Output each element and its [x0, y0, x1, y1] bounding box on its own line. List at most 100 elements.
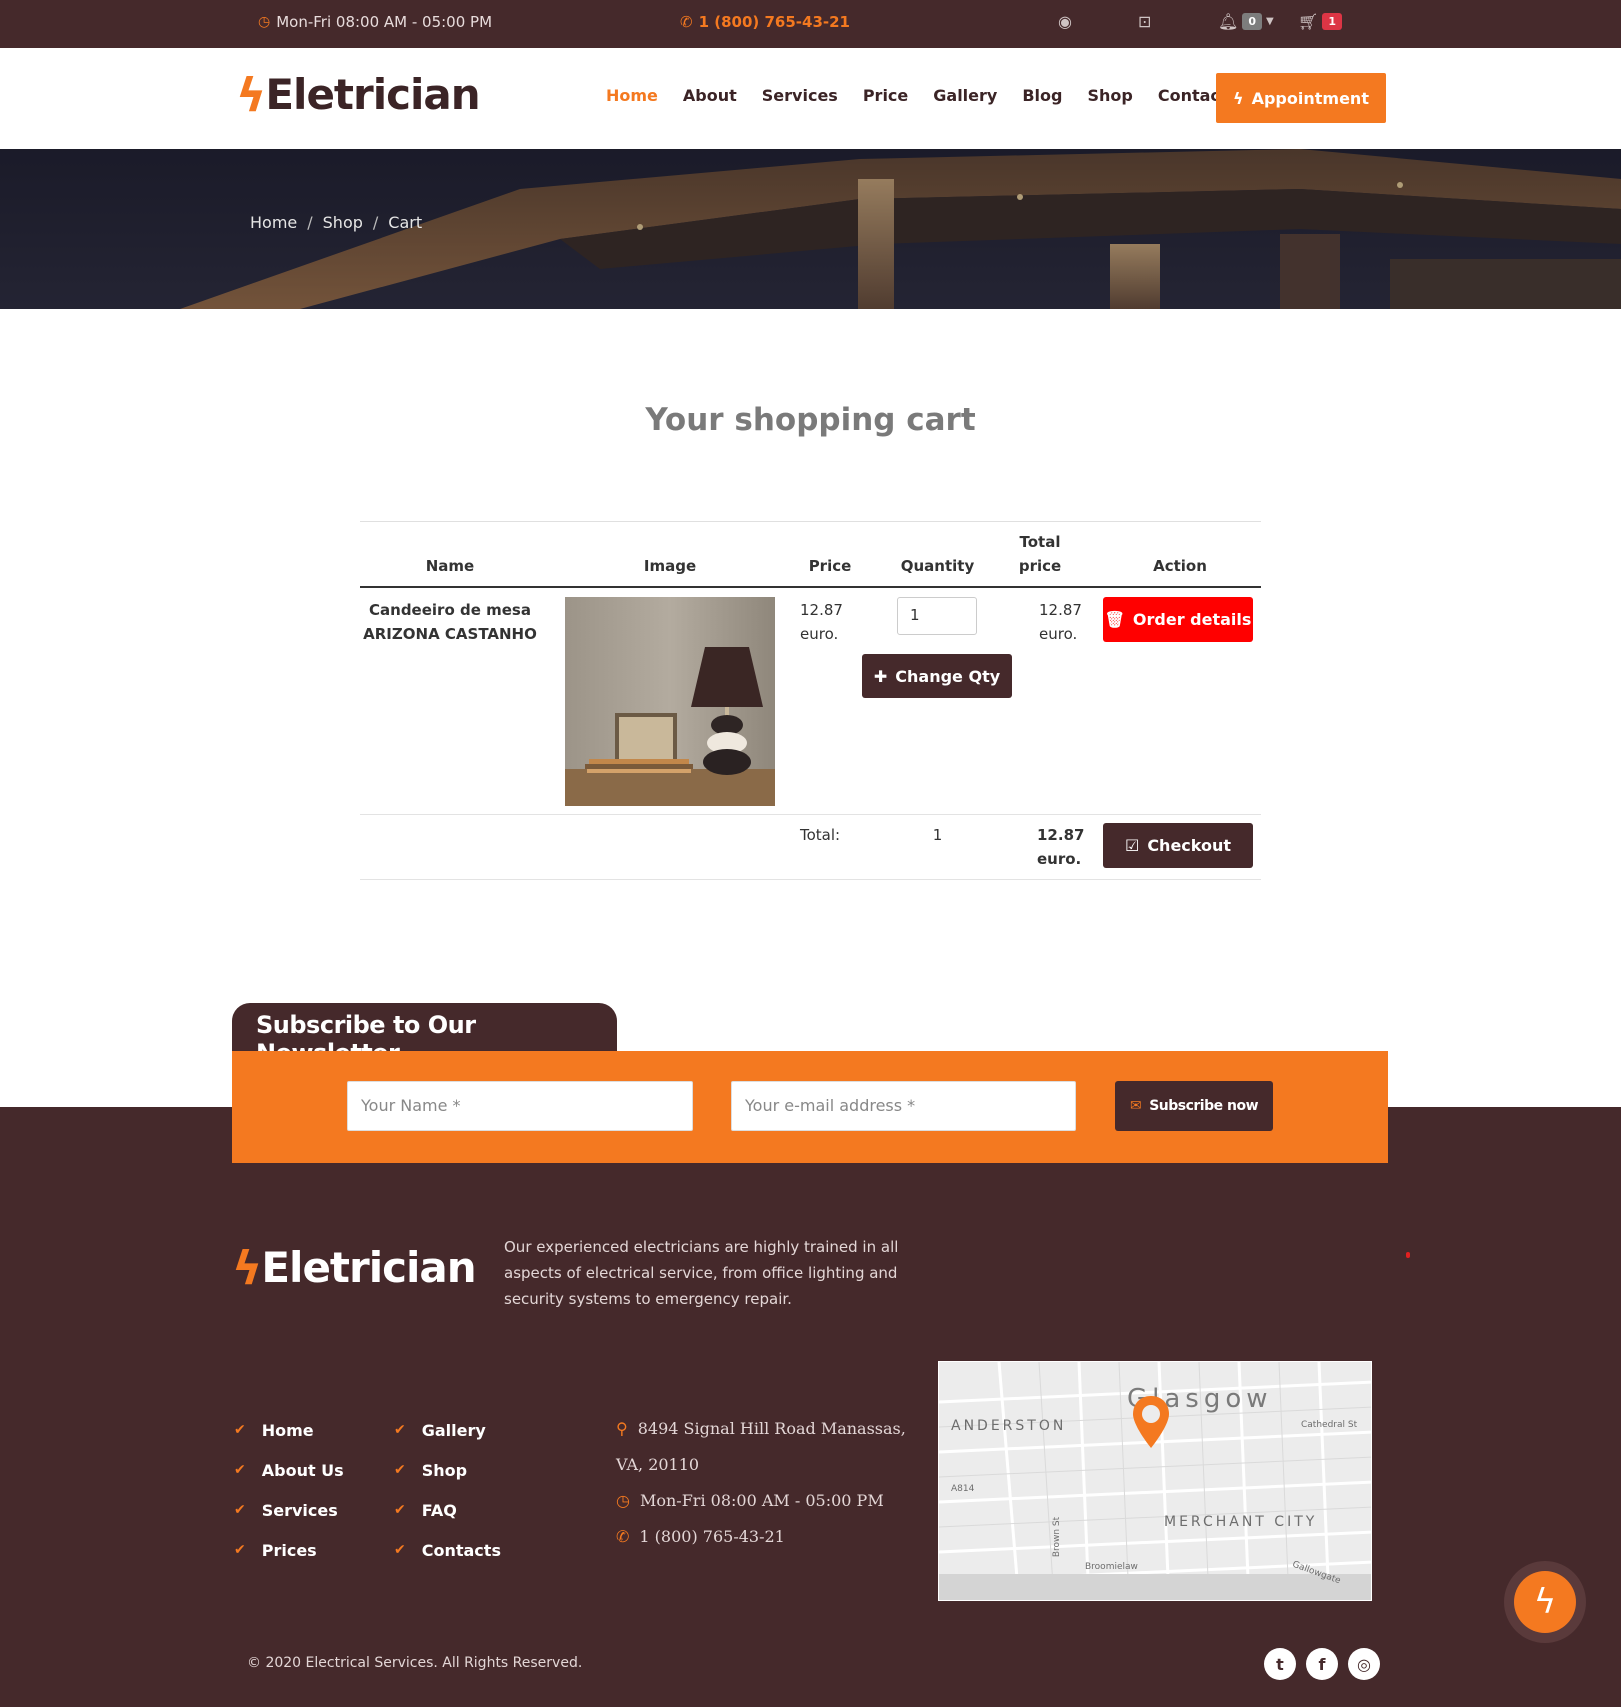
- check-icon: ✔: [234, 1542, 246, 1558]
- shopping-cart-icon: 🛒︎: [1298, 12, 1319, 31]
- plus-icon: ✚: [873, 666, 888, 686]
- clock-icon: ◷: [616, 1491, 630, 1510]
- map-a814-label: A814: [951, 1484, 975, 1494]
- col-price: Price: [808, 557, 852, 575]
- bolt-icon: ϟ: [1233, 88, 1244, 108]
- floating-action-button[interactable]: ϟ: [1504, 1561, 1586, 1643]
- top-phone[interactable]: ✆ 1 (800) 765-43-21: [680, 13, 850, 31]
- subscribe-label: Subscribe now: [1149, 1098, 1259, 1114]
- footer-address-line1: 8494 Signal Hill Road Manassas,: [637, 1419, 906, 1438]
- footer-link[interactable]: ✔ Contacts: [394, 1530, 501, 1570]
- quantity-input[interactable]: 1: [897, 597, 977, 635]
- footer-link[interactable]: ✔ Home: [234, 1410, 344, 1450]
- footer-links-col2: ✔ Gallery ✔ Shop ✔ FAQ ✔ Contacts: [394, 1410, 501, 1570]
- footer-link[interactable]: ✔ About Us: [234, 1450, 344, 1490]
- phone-icon: ✆: [680, 13, 693, 31]
- appointment-button[interactable]: ϟ Appointment: [1216, 73, 1386, 123]
- logo-text: Eletrician: [265, 70, 480, 119]
- breadcrumb-home[interactable]: Home: [250, 213, 297, 232]
- col-total-line2: price: [1018, 557, 1062, 575]
- breadcrumb: Home / Shop / Cart: [250, 213, 422, 232]
- item-price-unit: euro.: [800, 625, 839, 643]
- map-brown-label: Brown St: [1052, 1516, 1063, 1558]
- footer-link-shop[interactable]: Shop: [422, 1461, 467, 1480]
- checkout-button[interactable]: ☑ Checkout: [1103, 823, 1253, 868]
- check-icon: ✔: [394, 1502, 406, 1518]
- top-phone-text[interactable]: 1 (800) 765-43-21: [699, 13, 850, 31]
- top-hours: ◷ Mon-Fri 08:00 AM - 05:00 PM: [258, 13, 492, 31]
- nav-services[interactable]: Services: [762, 86, 838, 105]
- check-icon: ✔: [234, 1462, 246, 1478]
- instagram-icon[interactable]: ◎: [1348, 1648, 1380, 1680]
- main-nav: Home About Services Price Gallery Blog S…: [606, 86, 1228, 105]
- totals-value-unit: euro.: [1037, 850, 1082, 868]
- table-row: Candeeiro de mesa ARIZONA CASTANHO 12.87…: [360, 588, 1261, 815]
- map-cathedral-label: Cathedral St: [1301, 1420, 1358, 1430]
- map-pin-icon[interactable]: [1131, 1394, 1171, 1450]
- footer-link-services[interactable]: Services: [262, 1501, 338, 1520]
- breadcrumb-cart: Cart: [388, 213, 423, 232]
- notifications-icon[interactable]: 🔔︎ 0 ▼: [1218, 12, 1274, 31]
- item-total-value: 12.87: [1039, 601, 1082, 619]
- nav-price[interactable]: Price: [863, 86, 908, 105]
- footer-link-about[interactable]: About Us: [262, 1461, 344, 1480]
- nav-about[interactable]: About: [683, 86, 737, 105]
- trash-icon: 🗑︎: [1104, 610, 1125, 629]
- nav-gallery[interactable]: Gallery: [933, 86, 997, 105]
- user-icon[interactable]: ◉: [1058, 12, 1072, 31]
- footer-phone[interactable]: ✆ 1 (800) 765-43-21: [616, 1519, 906, 1555]
- subscribe-button[interactable]: ✉ Subscribe now: [1115, 1081, 1273, 1131]
- newsletter-email-input[interactable]: Your e-mail address *: [731, 1081, 1076, 1131]
- phone-icon: ✆: [616, 1527, 630, 1546]
- appointment-label: Appointment: [1251, 88, 1369, 108]
- logout-icon[interactable]: ⊡: [1138, 12, 1151, 31]
- item-total: 12.87 euro.: [1039, 598, 1082, 646]
- order-details-label: Order details: [1132, 610, 1252, 629]
- map-merchant-label: MERCHANT CITY: [1164, 1514, 1318, 1530]
- item-price: 12.87 euro.: [800, 598, 843, 646]
- order-details-button[interactable]: 🗑︎ Order details: [1103, 597, 1253, 642]
- envelope-icon: ✉: [1129, 1098, 1142, 1114]
- twitter-icon[interactable]: t: [1264, 1648, 1296, 1680]
- footer-phone-text[interactable]: 1 (800) 765-43-21: [639, 1527, 784, 1546]
- header: ϟ Eletrician Home About Services Price G…: [0, 48, 1621, 149]
- copyright: © 2020 Electrical Services. All Rights R…: [247, 1655, 583, 1671]
- nav-blog[interactable]: Blog: [1022, 86, 1062, 105]
- totals-label: Total:: [800, 826, 841, 844]
- footer-link[interactable]: ✔ Shop: [394, 1450, 501, 1490]
- col-total: Total price: [1000, 530, 1080, 578]
- map-anderston-label: ANDERSTON: [951, 1418, 1067, 1434]
- bolt-logo-icon: ϟ: [232, 1240, 262, 1295]
- footer-link-home[interactable]: Home: [262, 1421, 314, 1440]
- footer-link-prices[interactable]: Prices: [262, 1541, 317, 1560]
- nav-shop[interactable]: Shop: [1087, 86, 1132, 105]
- cart-icon[interactable]: 🛒︎ 1: [1298, 12, 1342, 31]
- breadcrumb-shop[interactable]: Shop: [323, 213, 363, 232]
- footer-link[interactable]: ✔ Prices: [234, 1530, 344, 1570]
- col-image: Image: [643, 557, 697, 575]
- footer: [0, 1107, 1621, 1707]
- nav-home[interactable]: Home: [606, 86, 658, 105]
- newsletter-name-input[interactable]: Your Name *: [347, 1081, 693, 1131]
- site-logo[interactable]: ϟ Eletrician: [236, 70, 481, 119]
- footer-logo[interactable]: ϟ Eletrician: [232, 1240, 477, 1295]
- footer-about: Our experienced electricians are highly …: [504, 1238, 899, 1308]
- check-icon: ✔: [394, 1462, 406, 1478]
- footer-link-faq[interactable]: FAQ: [422, 1501, 457, 1520]
- check-icon: ✔: [394, 1422, 406, 1438]
- change-qty-label: Change Qty: [895, 666, 1001, 686]
- cart-table-header: Name Image Price Quantity Total price Ac…: [360, 522, 1261, 588]
- facebook-icon[interactable]: f: [1306, 1648, 1338, 1680]
- footer-link[interactable]: ✔ FAQ: [394, 1490, 501, 1530]
- footer-link[interactable]: ✔ Services: [234, 1490, 344, 1530]
- footer-address-line2: VA, 20110: [616, 1455, 700, 1474]
- location-map[interactable]: Glasgow ANDERSTON MERCHANT CITY Cathedra…: [938, 1361, 1372, 1601]
- change-qty-button[interactable]: ✚ Change Qty: [862, 654, 1012, 698]
- item-name[interactable]: Candeeiro de mesa ARIZONA CASTANHO: [360, 598, 540, 646]
- footer-link-gallery[interactable]: Gallery: [422, 1421, 486, 1440]
- footer-link-contacts[interactable]: Contacts: [422, 1541, 501, 1560]
- footer-link[interactable]: ✔ Gallery: [394, 1410, 501, 1450]
- top-bar: ◷ Mon-Fri 08:00 AM - 05:00 PM ✆ 1 (800) …: [0, 0, 1621, 48]
- product-image[interactable]: [565, 597, 775, 806]
- checkout-label: Checkout: [1147, 836, 1232, 855]
